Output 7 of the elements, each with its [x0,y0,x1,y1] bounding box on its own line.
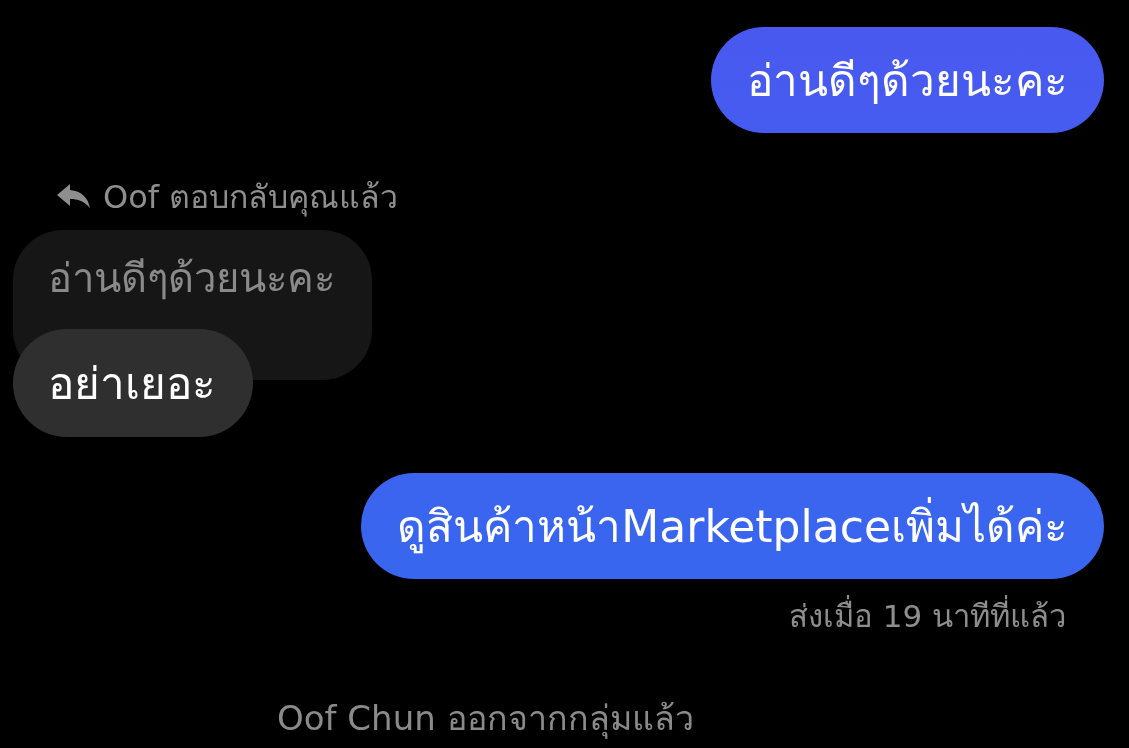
reply-icon [57,184,90,208]
message-bubble: อ่านดีๆด้วยนะคะ [711,27,1104,133]
system-message: Oof Chun ออกจากกลุ่มแล้ว [277,697,694,741]
reply-label: Oof ตอบกลับคุณแล้ว [103,176,399,219]
message-bubble: อย่าเยอะ [13,329,253,437]
message-timestamp: ส่งเมื่อ 19 นาทีที่แล้ว [788,591,1066,641]
message-bubble: ดูสินค้าหน้าMarketplaceเพิ่มได้ค่ะ [361,473,1104,579]
